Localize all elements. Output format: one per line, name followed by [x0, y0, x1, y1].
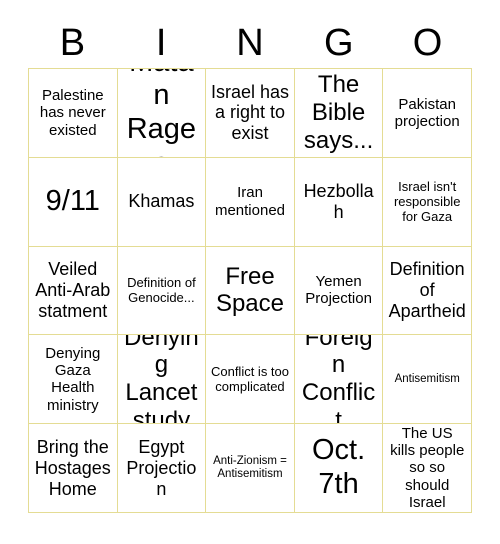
bingo-cell-r3-c1[interactable]: Veiled Anti-Arab statment — [29, 246, 118, 336]
bingo-cell-r1-c2[interactable]: Matan Rages — [117, 69, 207, 158]
bingo-cell-label: Khamas — [128, 191, 195, 212]
bingo-cell-label: Yemen Projection — [305, 273, 372, 308]
bingo-cell-r5-c2[interactable]: Egypt Projection — [117, 424, 207, 513]
bingo-cell-r5-c5[interactable]: The US kills people so so should Israel — [383, 424, 472, 513]
bingo-cell-r5-c3[interactable]: Anti-Zionism = Antisemitism — [206, 424, 295, 513]
bingo-cell-label: Denying Gaza Health ministry — [45, 344, 101, 414]
bingo-grid: Palestine has never existedMatan RagesIs… — [28, 68, 472, 513]
bingo-cell-label: Veiled Anti-Arab statment — [35, 259, 111, 321]
bingo-free-space-cell[interactable]: Free Space — [206, 246, 295, 336]
bingo-cell-r2-c2[interactable]: Khamas — [117, 157, 207, 247]
bingo-header: BINGO — [28, 18, 472, 68]
bingo-cell-label: Egypt Projection — [126, 436, 197, 499]
bingo-cell-r1-c5[interactable]: Pakistan projection — [383, 69, 472, 158]
bingo-cell-r1-c3[interactable]: Israel has a right to exist — [206, 69, 295, 158]
bingo-cell-label: Foreign Conflict — [301, 335, 376, 425]
bingo-cell-label: Anti-Zionism = Antisemitism — [213, 454, 287, 481]
bingo-cell-r4-c5[interactable]: Antisemitism — [383, 335, 472, 425]
bingo-header-letter-b: B — [59, 22, 86, 64]
bingo-cell-r2-c1[interactable]: 9/11 — [29, 157, 118, 247]
bingo-header-letter-g: G — [324, 22, 354, 64]
bingo-cell-label: Iran mentioned — [214, 184, 286, 219]
bingo-cell-label: Antisemitism — [394, 372, 460, 385]
bingo-cell-r3-c5[interactable]: Definition of Apartheid — [383, 246, 472, 336]
bingo-cell-r2-c5[interactable]: Israel isn't responsible for Gaza — [383, 157, 472, 247]
bingo-cell-label: Free Space — [215, 262, 285, 318]
bingo-cell-r1-c4[interactable]: The Bible says... — [294, 69, 384, 158]
bingo-cell-r4-c2[interactable]: Denying Lancet study — [117, 335, 207, 425]
bingo-cell-label: Israel has a right to exist — [210, 81, 290, 144]
bingo-cell-r1-c1[interactable]: Palestine has never existed — [29, 69, 118, 158]
bingo-card: B I N G O Palestine has never existed Matan R… — [0, 0, 500, 544]
bingo-header-letter-i: I — [155, 22, 167, 64]
bingo-cell-r5-c4[interactable]: Oct. 7th — [294, 424, 384, 513]
bingo-cell-r4-c1[interactable]: Denying Gaza Health ministry — [29, 335, 118, 425]
bingo-cell-label: 9/11 — [45, 184, 100, 217]
bingo-cell-r2-c4[interactable]: Hezbollah — [294, 157, 384, 247]
bingo-cell-r3-c4[interactable]: Yemen Projection — [294, 246, 384, 336]
bingo-cell-label: The US kills people so so should Israel — [390, 424, 465, 512]
bingo-cell-label: Pakistan projection — [394, 95, 460, 130]
bingo-cell-r5-c1[interactable]: Bring the Hostages Home — [29, 424, 118, 513]
bingo-cell-r4-c4[interactable]: Foreign Conflict — [294, 335, 384, 425]
bingo-cell-r4-c3[interactable]: Conflict is too complicated — [206, 335, 295, 425]
bingo-cell-label: Oct. 7th — [312, 434, 366, 501]
bingo-cell-label: Conflict is too complicated — [210, 364, 290, 395]
bingo-cell-label: Matan Rages — [126, 69, 197, 157]
bingo-cell-label: Bring the Hostages Home — [34, 436, 111, 499]
bingo-cell-r2-c3[interactable]: Iran mentioned — [206, 157, 295, 247]
bingo-cell-label: Palestine has never existed — [39, 86, 106, 139]
bingo-cell-label: Definition of Apartheid — [388, 259, 466, 321]
bingo-header-letter-o: O — [412, 22, 443, 64]
bingo-cell-label: The Bible says... — [303, 71, 374, 154]
bingo-cell-label: Definition of Genocide... — [127, 275, 196, 306]
bingo-header-letter-n: N — [236, 22, 264, 64]
bingo-cell-r3-c2[interactable]: Definition of Genocide... — [117, 246, 207, 336]
bingo-cell-label: Hezbollah — [303, 180, 374, 222]
bingo-cell-label: Denying Lancet study — [124, 335, 199, 425]
bingo-cell-label: Israel isn't responsible for Gaza — [393, 179, 461, 225]
